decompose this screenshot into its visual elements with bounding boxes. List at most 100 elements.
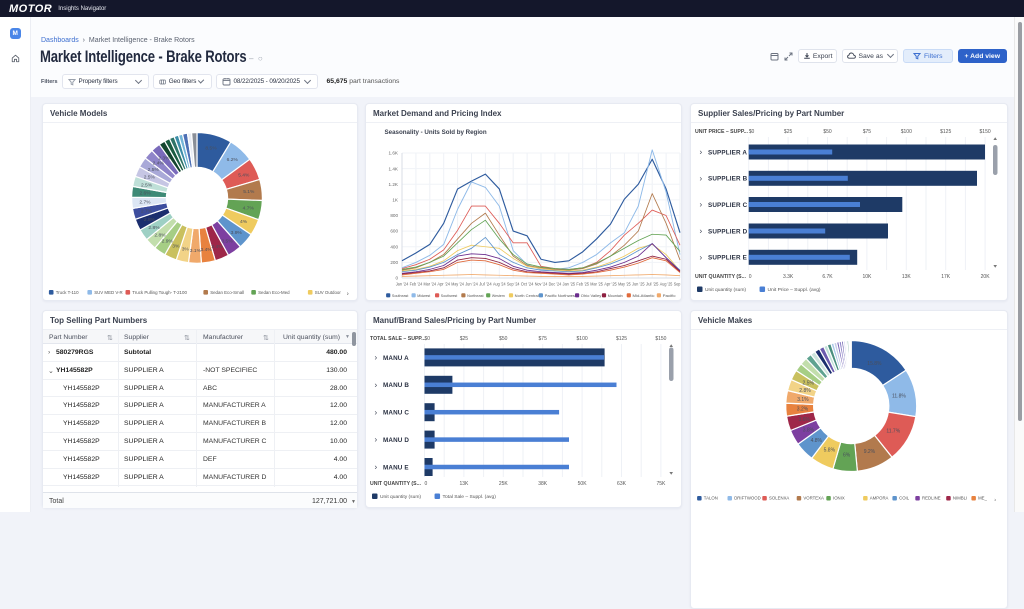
svg-text:Unit quantity (sum): Unit quantity (sum) — [380, 494, 421, 500]
svg-text:NIMBLI: NIMBLI — [953, 496, 967, 501]
svg-text:Northeast: Northeast — [467, 293, 484, 298]
svg-text:5.4%: 5.4% — [238, 173, 250, 179]
svg-text:›: › — [375, 380, 378, 389]
svg-text:4.8%: 4.8% — [811, 438, 823, 444]
svg-text:2.7%: 2.7% — [139, 200, 151, 206]
svg-text:3.2%: 3.2% — [797, 407, 809, 413]
svg-text:$125: $125 — [616, 336, 627, 342]
svg-text:Feb '25: Feb '25 — [576, 282, 589, 287]
svg-text:$25: $25 — [460, 336, 469, 342]
svg-text:$125: $125 — [940, 129, 951, 135]
svg-text:VORTEXA: VORTEXA — [803, 496, 824, 501]
svg-text:Truck Pulling Tough- T-2100: Truck Pulling Tough- T-2100 — [132, 290, 187, 295]
svg-text:800: 800 — [390, 213, 398, 218]
svg-text:Sep '24: Sep '24 — [507, 282, 520, 287]
svg-text:1.6K: 1.6K — [389, 151, 399, 156]
svg-text:2.8%: 2.8% — [148, 225, 160, 231]
svg-text:Unit Price – Suppl. (avg): Unit Price – Suppl. (avg) — [768, 287, 821, 293]
svg-text:May '25: May '25 — [618, 282, 631, 287]
svg-text:75K: 75K — [656, 481, 666, 487]
svg-text:UNIT QUANTITY (S...: UNIT QUANTITY (S... — [370, 481, 421, 487]
svg-text:Western: Western — [492, 293, 505, 298]
svg-text:Jul '24: Jul '24 — [479, 282, 492, 287]
svg-text:›: › — [347, 292, 349, 298]
svg-text:$100: $100 — [577, 336, 588, 342]
svg-text:$100: $100 — [901, 129, 912, 135]
svg-text:3%: 3% — [172, 243, 180, 249]
svg-text:15.8%: 15.8% — [867, 361, 882, 367]
svg-text:SUPPLIER E: SUPPLIER E — [708, 255, 747, 262]
svg-text:Nov '24: Nov '24 — [535, 282, 548, 287]
svg-text:$50: $50 — [499, 336, 508, 342]
svg-text:2.4%: 2.4% — [153, 161, 165, 167]
svg-text:Mountain: Mountain — [608, 293, 623, 298]
svg-text:25K: 25K — [499, 481, 509, 487]
svg-text:17K: 17K — [941, 274, 951, 280]
svg-text:›: › — [375, 463, 378, 472]
svg-text:2.5%: 2.5% — [144, 175, 156, 181]
svg-text:Apr '24: Apr '24 — [437, 282, 450, 287]
svg-text:UNIT PRICE – SUPP...: UNIT PRICE – SUPP... — [695, 129, 749, 135]
svg-text:3.6%: 3.6% — [798, 417, 810, 423]
svg-text:ME_: ME_ — [978, 496, 987, 501]
svg-text:MANU D: MANU D — [383, 437, 409, 444]
svg-text:400: 400 — [390, 244, 398, 249]
svg-text:North Central: North Central — [515, 293, 539, 298]
svg-text:Mar '24: Mar '24 — [424, 282, 437, 287]
svg-text:200: 200 — [390, 260, 398, 265]
svg-text:3.3K: 3.3K — [783, 274, 794, 280]
svg-text:Dec '24: Dec '24 — [549, 282, 562, 287]
svg-text:SUPPLIER C: SUPPLIER C — [708, 202, 748, 209]
svg-text:SUV Outdoor: SUV Outdoor — [315, 290, 342, 295]
svg-text:2.5%: 2.5% — [148, 167, 160, 173]
svg-text:Sedan Eco-Med: Sedan Eco-Med — [258, 290, 290, 295]
svg-text:SUV MED V-R: SUV MED V-R — [94, 290, 123, 295]
svg-text:Truck T-110: Truck T-110 — [56, 290, 79, 295]
svg-text:3.1%: 3.1% — [797, 397, 809, 403]
svg-text:$50: $50 — [823, 129, 832, 135]
svg-text:›: › — [375, 408, 378, 417]
svg-text:$0: $0 — [425, 336, 431, 342]
svg-text:May '24: May '24 — [451, 282, 464, 287]
svg-text:$0: $0 — [749, 129, 755, 135]
svg-text:›: › — [375, 353, 378, 362]
svg-text:$75: $75 — [539, 336, 548, 342]
svg-text:3.4%: 3.4% — [201, 247, 213, 253]
svg-text:38K: 38K — [538, 481, 548, 487]
svg-text:2.3%: 2.3% — [158, 155, 170, 161]
svg-text:10K: 10K — [862, 274, 872, 280]
svg-text:Jun '24: Jun '24 — [465, 282, 478, 287]
svg-text:Aug '25: Aug '25 — [660, 282, 673, 287]
svg-text:Jan '24: Jan '24 — [396, 282, 409, 287]
svg-text:50K: 50K — [578, 481, 588, 487]
svg-text:0: 0 — [749, 274, 752, 280]
svg-text:5.1%: 5.1% — [243, 189, 255, 195]
svg-text:›: › — [700, 253, 703, 262]
svg-text:Sedan Eco-Small: Sedan Eco-Small — [210, 290, 244, 295]
svg-text:Pacific Northwest: Pacific Northwest — [545, 293, 577, 298]
svg-text:2.5%: 2.5% — [141, 182, 153, 188]
svg-text:MANU C: MANU C — [383, 410, 409, 417]
svg-text:600: 600 — [390, 229, 398, 234]
svg-text:4.7%: 4.7% — [243, 206, 255, 212]
svg-text:Jan '25: Jan '25 — [563, 282, 576, 287]
svg-text:Southeast: Southeast — [392, 293, 409, 298]
svg-text:2.7%: 2.7% — [141, 208, 153, 214]
svg-text:Mid-Atlantic: Mid-Atlantic — [633, 293, 655, 298]
svg-text:Seasonality - Units Sold by Re: Seasonality - Units Sold by Region — [385, 129, 487, 136]
svg-text:›: › — [700, 174, 703, 183]
svg-text:REDLINE: REDLINE — [922, 496, 941, 501]
svg-text:›: › — [700, 227, 703, 236]
svg-text:$150: $150 — [655, 336, 666, 342]
svg-text:SUPPLIER D: SUPPLIER D — [708, 228, 748, 235]
svg-text:1.4K: 1.4K — [389, 166, 399, 171]
svg-text:0: 0 — [425, 481, 428, 487]
svg-text:Southwest: Southwest — [441, 293, 458, 298]
svg-text:63K: 63K — [617, 481, 627, 487]
svg-text:4%: 4% — [240, 219, 248, 225]
svg-text:Feb '24: Feb '24 — [410, 282, 423, 287]
svg-text:2.8%: 2.8% — [154, 232, 166, 238]
svg-text:IONIX: IONIX — [833, 496, 845, 501]
svg-text:AMPORA: AMPORA — [870, 496, 889, 501]
svg-text:2.6%: 2.6% — [139, 191, 151, 197]
